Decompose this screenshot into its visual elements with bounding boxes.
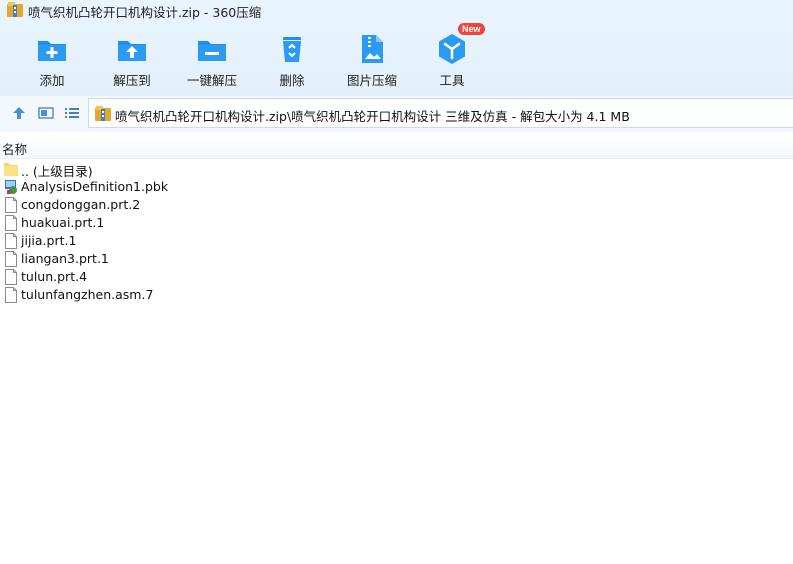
image-compress-label: 图片压缩 bbox=[346, 73, 397, 88]
list-item[interactable]: jijia.prt.1 bbox=[0, 232, 793, 250]
extract-to-icon bbox=[118, 41, 146, 61]
window-title: 喷气织机凸轮开口机构设计.zip - 360压缩 bbox=[28, 5, 262, 20]
tools-icon bbox=[439, 34, 465, 64]
file-name: tulun.prt.4 bbox=[21, 269, 88, 284]
generic-file-icon bbox=[5, 197, 17, 213]
generic-file-icon bbox=[5, 251, 17, 267]
extract-to-label: 解压到 bbox=[113, 73, 151, 88]
file-name: AnalysisDefinition1.pbk bbox=[21, 179, 169, 194]
add-icon bbox=[38, 41, 66, 61]
list-view-icon[interactable] bbox=[64, 105, 80, 121]
new-badge: New bbox=[458, 23, 485, 35]
tools-label: 工具 bbox=[439, 73, 465, 88]
list-item[interactable]: congdonggan.prt.2 bbox=[0, 196, 793, 214]
recycle-bin-icon bbox=[283, 37, 301, 62]
file-name: huakuai.prt.1 bbox=[21, 215, 105, 230]
one-click-extract-button[interactable]: 一键解压 bbox=[174, 28, 250, 90]
list-item-parent-folder[interactable]: .. (上级目录) bbox=[0, 160, 793, 179]
column-name-header[interactable]: 名称 bbox=[2, 139, 27, 158]
add-button[interactable]: 添加 bbox=[14, 28, 90, 90]
list-item[interactable]: tulunfangzhen.asm.7 bbox=[0, 286, 793, 304]
address-bar[interactable]: 喷气织机凸轮开口机构设计.zip\喷气织机凸轮开口机构设计 三维及仿真 - 解包… bbox=[88, 98, 793, 128]
address-path: 喷气织机凸轮开口机构设计.zip\喷气织机凸轮开口机构设计 三维及仿真 - 解包… bbox=[115, 109, 630, 124]
zip-archive-icon bbox=[95, 106, 111, 121]
file-list: .. (上级目录) AnalysisDefinition1.pbk congdo… bbox=[0, 160, 793, 304]
column-header: 名称 bbox=[0, 136, 793, 159]
thumbnail-view-icon[interactable] bbox=[38, 105, 54, 121]
generic-file-icon bbox=[5, 215, 17, 231]
generic-file-icon bbox=[5, 287, 17, 303]
tools-button[interactable]: New 工具 bbox=[414, 23, 490, 90]
folder-icon bbox=[4, 163, 18, 176]
toolbar: 添加 解压到 一键解压 删除 图片压缩 New 工具 bbox=[0, 23, 793, 94]
application-file-icon bbox=[5, 180, 17, 194]
one-click-extract-icon bbox=[198, 41, 226, 61]
file-name: tulunfangzhen.asm.7 bbox=[21, 287, 154, 302]
image-compress-button[interactable]: 图片压缩 bbox=[334, 28, 410, 90]
delete-button[interactable]: 删除 bbox=[254, 28, 330, 90]
generic-file-icon bbox=[5, 269, 17, 285]
list-item[interactable]: huakuai.prt.1 bbox=[0, 214, 793, 232]
delete-label: 删除 bbox=[279, 73, 305, 88]
image-compress-icon bbox=[362, 35, 383, 63]
title-bar: 喷气织机凸轮开口机构设计.zip - 360压缩 bbox=[0, 0, 793, 20]
list-item[interactable]: liangan3.prt.1 bbox=[0, 250, 793, 268]
address-bar-row: 喷气织机凸轮开口机构设计.zip\喷气织机凸轮开口机构设计 三维及仿真 - 解包… bbox=[0, 96, 793, 132]
file-name: jijia.prt.1 bbox=[21, 233, 77, 248]
list-item[interactable]: tulun.prt.4 bbox=[0, 268, 793, 286]
up-level-icon[interactable] bbox=[11, 105, 27, 121]
one-click-extract-label: 一键解压 bbox=[186, 73, 237, 88]
list-item[interactable]: AnalysisDefinition1.pbk bbox=[0, 178, 793, 196]
generic-file-icon bbox=[5, 233, 17, 249]
file-name: liangan3.prt.1 bbox=[21, 251, 109, 266]
add-label: 添加 bbox=[39, 73, 65, 88]
extract-to-button[interactable]: 解压到 bbox=[94, 28, 170, 90]
app-window: 喷气织机凸轮开口机构设计.zip - 360压缩 添加 解压到 一键解压 删除 … bbox=[0, 0, 793, 564]
file-name: congdonggan.prt.2 bbox=[21, 197, 141, 212]
zip-archive-icon bbox=[7, 2, 23, 17]
